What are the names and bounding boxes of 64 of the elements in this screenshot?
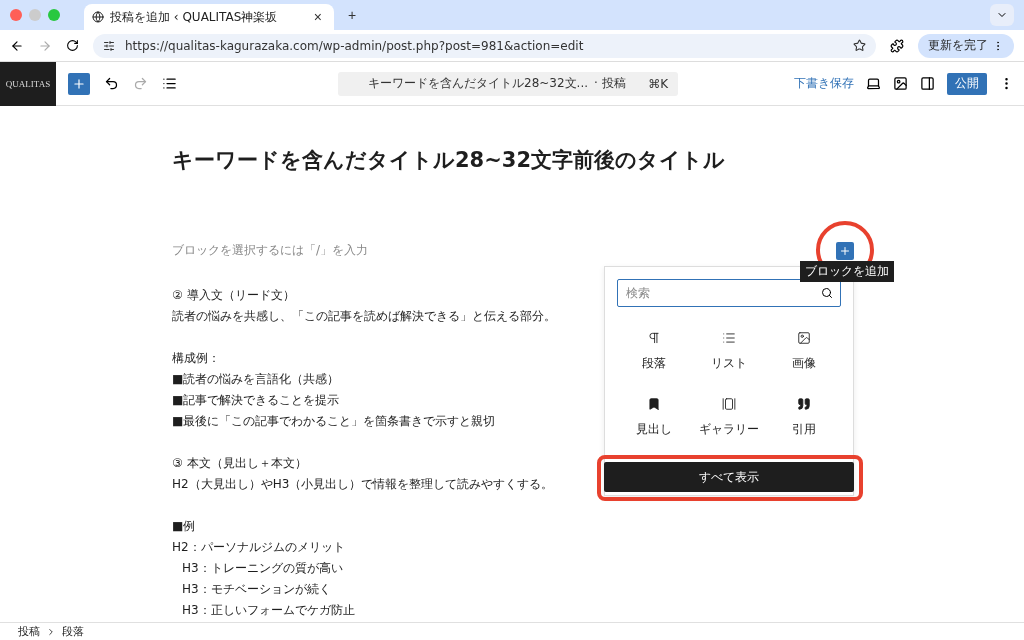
list-view-icon[interactable] (162, 76, 177, 91)
paragraph-icon (647, 331, 662, 345)
site-logo[interactable]: QUALITAS (0, 61, 56, 106)
plus-icon (72, 76, 86, 91)
paragraph-line: ■最後に「この記事でわかること」を箇条書きで示すと親切 (172, 413, 496, 430)
sidebar-toggle-icon[interactable] (920, 76, 935, 91)
preview-icon[interactable] (866, 76, 881, 91)
paragraph-line: H2（大見出し）やH3（小見出し）で情報を整理して読みやすくする。 (172, 476, 554, 493)
tooltip: ブロックを追加 (800, 261, 894, 282)
search-icon (821, 287, 833, 299)
paragraph-line: H3：モチベーションが続く (182, 581, 331, 598)
block-option[interactable]: リスト (691, 321, 767, 387)
image-icon (796, 331, 811, 345)
back-icon[interactable] (10, 38, 24, 53)
breadcrumb-link[interactable]: 投稿 (18, 624, 40, 639)
reload-icon[interactable] (66, 39, 79, 52)
add-block-button[interactable] (836, 242, 854, 260)
new-tab-button[interactable]: + (344, 7, 361, 23)
chevron-icon (46, 626, 56, 637)
paragraph-line: H3：正しいフォームでケガ防止 (182, 602, 355, 619)
block-placeholder[interactable]: ブロックを選択するには「/」を入力 (172, 242, 369, 259)
post-type: · 投稿 (594, 75, 626, 92)
post-title[interactable]: キーワードを含んだタイトル28~32文字前後のタイトル (172, 146, 752, 174)
block-option[interactable]: 画像 (766, 321, 841, 387)
breadcrumb-link[interactable]: 段落 (62, 624, 84, 639)
block-option[interactable]: 見出し (617, 387, 692, 453)
paragraph-line: H2：パーソナルジムのメリット (172, 539, 345, 556)
bookmark-star-icon[interactable] (853, 39, 866, 52)
search-field[interactable]: 検索 (617, 279, 841, 307)
paragraph-line: H3：トレーニングの質が高い (182, 560, 343, 577)
shortcut-hint: ⌘K (648, 76, 668, 91)
quote-icon (796, 397, 811, 411)
featured-image-icon[interactable] (893, 76, 908, 91)
block-option[interactable]: 段落 (617, 321, 692, 387)
plus-icon (839, 245, 851, 257)
gallery-icon (722, 397, 736, 411)
tab-close-button[interactable]: × (309, 9, 326, 25)
block-option[interactable]: 引用 (766, 387, 841, 453)
tab-title: 投稿を追加 ‹ QUALITAS神楽坂 (110, 8, 279, 26)
paragraph-line: ■例 (172, 518, 196, 535)
url-text: https://qualitas-kagurazaka.com/wp-admin/post.php?post=981&action=edit (125, 38, 585, 53)
site-settings-icon[interactable] (103, 39, 115, 52)
paragraph-line: ■記事で解決できることを提示 (172, 392, 340, 409)
document-title: キーワードを含んだタイトル28~32文... (368, 75, 589, 92)
address-bar[interactable]: https://qualitas-kagurazaka.com/wp-admin/post.php?post=981&action=edit (93, 33, 876, 58)
paragraph-line: 構成例： (172, 350, 220, 367)
list-icon (722, 331, 736, 345)
publish-button[interactable]: 公開 (947, 72, 987, 95)
add-block-button[interactable] (68, 72, 90, 95)
update-button[interactable]: 更新を完了 (918, 33, 1014, 58)
browser-tab[interactable]: 投稿を追加 ‹ QUALITAS神楽坂 × (84, 4, 334, 30)
paragraph-line: 読者の悩みを共感し、「この記事を読めば解決できる」と伝える部分。 (172, 308, 556, 325)
undo-icon[interactable] (104, 76, 119, 91)
block-option[interactable]: ギャラリー (691, 387, 767, 453)
paragraph-line: ■読者の悩みを言語化（共感） (172, 371, 340, 388)
bookmark-icon (647, 397, 662, 411)
globe-icon (92, 11, 104, 23)
paragraph-line: ③ 本文（見出し＋本文） (172, 455, 307, 472)
tab-list-button[interactable] (990, 4, 1014, 26)
document-bar[interactable]: キーワードを含んだタイトル28~32文... · 投稿 ⌘K (338, 71, 678, 96)
paragraph-line: ② 導入文（リード文） (172, 287, 295, 304)
show-all-button[interactable]: すべて表示 (604, 462, 854, 492)
extensions-icon[interactable] (890, 38, 904, 53)
save-draft-button[interactable]: 下書き保存 (794, 75, 854, 92)
